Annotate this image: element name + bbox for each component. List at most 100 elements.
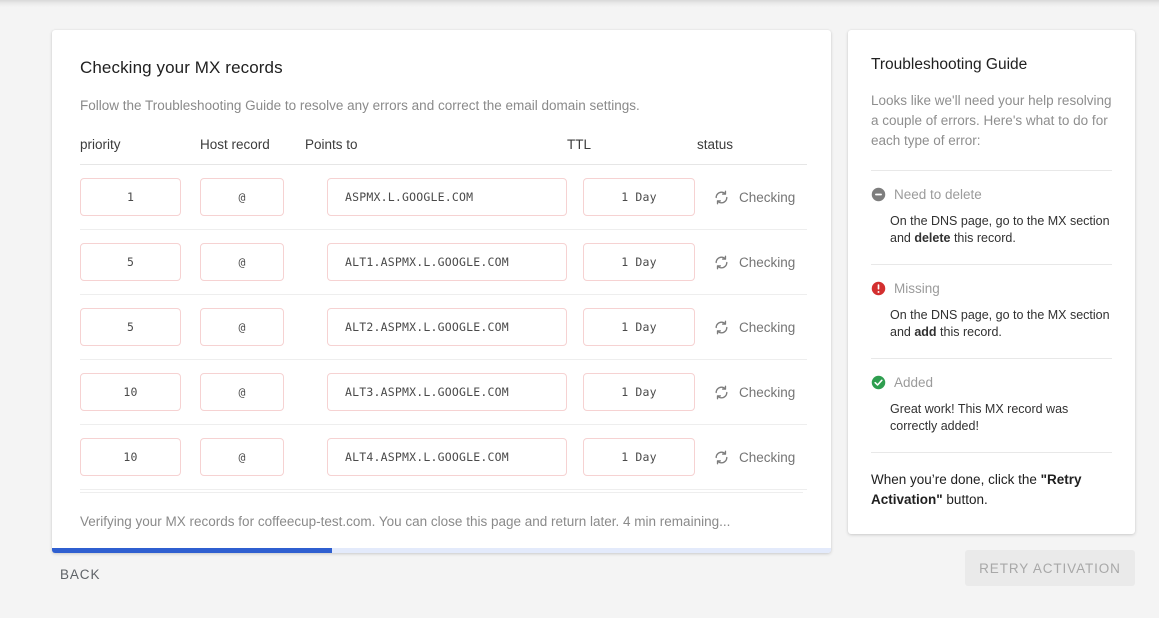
guide-legend-item: Missing On the DNS page, go to the MX sec…: [871, 265, 1112, 359]
sync-icon: [715, 385, 728, 399]
priority-cell: 5: [80, 229, 200, 295]
host-record-cell: @: [200, 164, 305, 230]
priority-input[interactable]: 5: [80, 308, 181, 346]
ttl-cell: 1 Day: [567, 164, 697, 230]
points-to-cell: ALT1.ASPMX.L.GOOGLE.COM: [305, 229, 567, 295]
description-text-after: this record.: [950, 231, 1016, 245]
ttl-cell: 1 Day: [567, 294, 697, 360]
status-label: Checking: [739, 319, 796, 335]
ttl-cell: 1 Day: [567, 359, 697, 425]
check-circle-icon: [871, 375, 886, 390]
guide-legend-header: Need to delete: [871, 187, 1112, 202]
table-row: 10 @ ALT4.ASPMX.L.GOOGLE.COM 1 Day Checking: [80, 424, 807, 490]
guide-legend-item: Need to delete On the DNS page, go to the…: [871, 171, 1112, 265]
ttl-input[interactable]: 1 Day: [583, 438, 695, 476]
troubleshooting-guide-card: Troubleshooting Guide Looks like we'll n…: [848, 30, 1135, 534]
guide-legend-item: Added Great work! This MX record was corr…: [871, 359, 1112, 453]
table-row: 10 @ ALT3.ASPMX.L.GOOGLE.COM 1 Day Checking: [80, 359, 807, 425]
points-to-input[interactable]: ALT1.ASPMX.L.GOOGLE.COM: [327, 243, 567, 281]
ttl-input[interactable]: 1 Day: [583, 308, 695, 346]
status-cell: Checking: [697, 164, 807, 230]
host-record-input[interactable]: @: [200, 308, 284, 346]
status-cell: Checking: [697, 359, 807, 425]
guide-legend-label: Missing: [894, 281, 940, 296]
points-to-cell: ALT4.ASPMX.L.GOOGLE.COM: [305, 424, 567, 490]
table-row: 1 @ ASPMX.L.GOOGLE.COM 1 Day Checking: [80, 164, 807, 230]
status-label: Checking: [739, 254, 796, 270]
action-bar: BACK RETRY ACTIVATION: [0, 528, 1159, 618]
points-to-input[interactable]: ALT4.ASPMX.L.GOOGLE.COM: [327, 438, 567, 476]
host-record-input[interactable]: @: [200, 438, 284, 476]
guide-legend-header: Added: [871, 375, 1112, 390]
status-badge: Checking: [697, 449, 807, 466]
host-record-input[interactable]: @: [200, 178, 284, 216]
points-to-cell: ASPMX.L.GOOGLE.COM: [305, 164, 567, 230]
host-record-input[interactable]: @: [200, 243, 284, 281]
priority-input[interactable]: 1: [80, 178, 181, 216]
guide-final-note: When you’re done, click the "Retry Activ…: [871, 453, 1112, 510]
table-row: 5 @ ALT1.ASPMX.L.GOOGLE.COM 1 Day Checking: [80, 229, 807, 295]
priority-input[interactable]: 10: [80, 438, 181, 476]
guide-title: Troubleshooting Guide: [871, 56, 1028, 73]
guide-legend-description: On the DNS page, go to the MX section an…: [871, 307, 1112, 358]
error-circle-icon: [871, 281, 886, 296]
column-header-ttl: TTL: [567, 137, 697, 165]
table-row: 5 @ ALT2.ASPMX.L.GOOGLE.COM 1 Day Checking: [80, 294, 807, 360]
sync-icon: [715, 320, 728, 334]
final-note-before: When you’re done, click the: [871, 472, 1041, 487]
window-top-shadow: [0, 0, 1159, 7]
column-header-status: status: [697, 137, 807, 165]
status-label: Checking: [739, 384, 796, 400]
priority-cell: 5: [80, 294, 200, 360]
back-button[interactable]: BACK: [52, 557, 108, 592]
column-header-priority: priority: [80, 137, 200, 165]
description-text-bold: delete: [914, 231, 951, 245]
minus-circle-icon: [871, 187, 886, 202]
points-to-cell: ALT3.ASPMX.L.GOOGLE.COM: [305, 359, 567, 425]
column-header-host-record: Host record: [200, 137, 305, 165]
description-text-bold: add: [914, 325, 937, 339]
points-to-input[interactable]: ALT3.ASPMX.L.GOOGLE.COM: [327, 373, 567, 411]
page-body: Checking your MX records Follow the Trou…: [0, 7, 1159, 618]
guide-legend-list: Need to delete On the DNS page, go to the…: [871, 171, 1112, 453]
guide-legend-description: On the DNS page, go to the MX section an…: [871, 213, 1112, 264]
status-cell: Checking: [697, 424, 807, 490]
sync-icon: [715, 450, 728, 464]
ttl-input[interactable]: 1 Day: [583, 178, 695, 216]
guide-legend-label: Added: [894, 375, 934, 390]
sync-icon: [715, 190, 728, 204]
guide-legend-description: Great work! This MX record was correctly…: [871, 401, 1112, 452]
mx-table-header-row: priority Host record Points to TTL statu…: [80, 137, 807, 165]
ttl-cell: 1 Day: [567, 229, 697, 295]
status-badge: Checking: [697, 189, 807, 206]
host-record-input[interactable]: @: [200, 373, 284, 411]
ttl-cell: 1 Day: [567, 424, 697, 490]
guide-legend-label: Need to delete: [894, 187, 982, 202]
page-subtitle: Follow the Troubleshooting Guide to reso…: [80, 98, 640, 113]
status-label: Checking: [739, 189, 796, 205]
page-title: Checking your MX records: [80, 58, 283, 77]
mx-table-head: priority Host record Points to TTL statu…: [80, 137, 807, 165]
points-to-input[interactable]: ALT2.ASPMX.L.GOOGLE.COM: [327, 308, 567, 346]
priority-cell: 10: [80, 359, 200, 425]
sync-icon: [715, 255, 728, 269]
retry-activation-button[interactable]: RETRY ACTIVATION: [965, 550, 1135, 586]
priority-input[interactable]: 10: [80, 373, 181, 411]
status-cell: Checking: [697, 294, 807, 360]
status-badge: Checking: [697, 384, 807, 401]
host-record-cell: @: [200, 229, 305, 295]
host-record-cell: @: [200, 424, 305, 490]
status-badge: Checking: [697, 254, 807, 271]
mx-records-card-body: Checking your MX records Follow the Trou…: [52, 30, 831, 490]
host-record-cell: @: [200, 294, 305, 360]
ttl-input[interactable]: 1 Day: [583, 243, 695, 281]
mx-table-body: 1 @ ASPMX.L.GOOGLE.COM 1 Day Checking 5 @ ALT1…: [80, 164, 807, 490]
priority-cell: 1: [80, 164, 200, 230]
ttl-input[interactable]: 1 Day: [583, 373, 695, 411]
final-note-after: button.: [942, 492, 988, 507]
points-to-input[interactable]: ASPMX.L.GOOGLE.COM: [327, 178, 567, 216]
guide-intro-text: Looks like we'll need your help resolvin…: [871, 93, 1112, 148]
description-text-before: Great work! This MX record was correctly…: [890, 402, 1069, 433]
priority-input[interactable]: 5: [80, 243, 181, 281]
column-header-points-to: Points to: [305, 137, 567, 165]
